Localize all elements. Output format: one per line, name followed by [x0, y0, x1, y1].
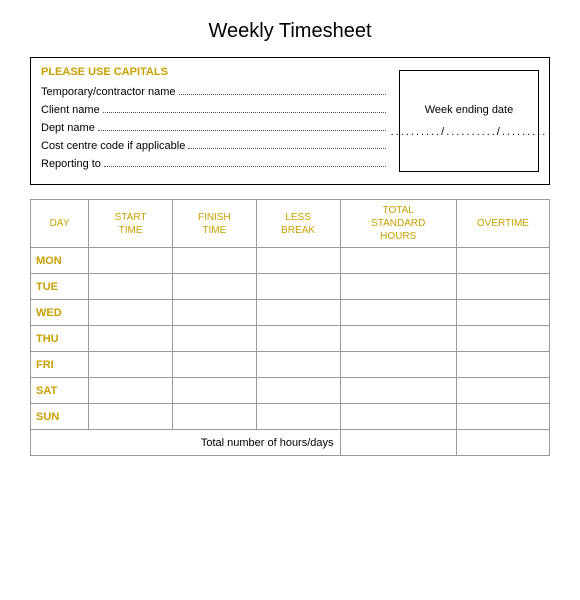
table-row: SAT: [31, 378, 550, 404]
total-value-cell: [340, 430, 456, 456]
data-cell: [256, 274, 340, 300]
total-row: Total number of hours/days: [31, 430, 550, 456]
data-cell: [256, 404, 340, 430]
field-contractor: Temporary/contractor name: [41, 86, 389, 98]
page-title: Weekly Timesheet: [30, 20, 550, 43]
table-row: TUE: [31, 274, 550, 300]
data-cell: [89, 404, 173, 430]
data-cell: [172, 300, 256, 326]
table-row: WED: [31, 300, 550, 326]
day-cell: SAT: [31, 378, 89, 404]
data-cell: [172, 352, 256, 378]
data-cell: [89, 274, 173, 300]
client-dots: [103, 112, 386, 113]
week-ending-box: Week ending date ........../........../.…: [399, 70, 539, 172]
data-cell: [340, 404, 456, 430]
info-left: PLEASE USE CAPITALS Temporary/contractor…: [41, 66, 389, 176]
total-label: Total number of hours/days: [31, 430, 341, 456]
contractor-dots: [179, 94, 387, 95]
table-row: SUN: [31, 404, 550, 430]
data-cell: [89, 300, 173, 326]
info-box: PLEASE USE CAPITALS Temporary/contractor…: [30, 57, 550, 185]
data-cell: [172, 274, 256, 300]
data-cell: [172, 378, 256, 404]
data-cell: [256, 300, 340, 326]
header-day: DAY: [31, 200, 89, 248]
dept-dots: [98, 130, 386, 131]
data-cell: [89, 378, 173, 404]
day-cell: FRI: [31, 352, 89, 378]
field-client: Client name: [41, 104, 389, 116]
timesheet-table: DAY STARTTIME FINISHTIME LESSBREAK TOTAL…: [30, 199, 550, 456]
day-cell: WED: [31, 300, 89, 326]
table-row: MON: [31, 248, 550, 274]
field-dept: Dept name: [41, 122, 389, 134]
table-row: FRI: [31, 352, 550, 378]
data-cell: [456, 326, 549, 352]
reporting-dots: [104, 166, 386, 167]
data-cell: [456, 378, 549, 404]
data-cell: [340, 352, 456, 378]
header-break: LESSBREAK: [256, 200, 340, 248]
day-cell: SUN: [31, 404, 89, 430]
data-cell: [456, 300, 549, 326]
day-cell: TUE: [31, 274, 89, 300]
header-total: TOTALSTANDARDHOURS: [340, 200, 456, 248]
table-header-row: DAY STARTTIME FINISHTIME LESSBREAK TOTAL…: [31, 200, 550, 248]
week-ending-value: ........../........../.........: [391, 126, 548, 138]
data-cell: [89, 326, 173, 352]
dept-label: Dept name: [41, 122, 95, 134]
data-cell: [89, 248, 173, 274]
data-cell: [456, 352, 549, 378]
data-cell: [256, 378, 340, 404]
reporting-label: Reporting to: [41, 158, 101, 170]
field-reporting: Reporting to: [41, 158, 389, 170]
header-start: STARTTIME: [89, 200, 173, 248]
page: Weekly Timesheet PLEASE USE CAPITALS Tem…: [30, 20, 550, 456]
data-cell: [172, 326, 256, 352]
data-cell: [89, 352, 173, 378]
data-cell: [340, 326, 456, 352]
day-cell: THU: [31, 326, 89, 352]
data-cell: [172, 404, 256, 430]
cost-label: Cost centre code if applicable: [41, 140, 185, 152]
field-cost: Cost centre code if applicable: [41, 140, 389, 152]
header-overtime: OVERTIME: [456, 200, 549, 248]
data-cell: [340, 274, 456, 300]
data-cell: [256, 248, 340, 274]
cost-dots: [188, 148, 386, 149]
total-value-cell: [456, 430, 549, 456]
data-cell: [256, 352, 340, 378]
data-cell: [456, 274, 549, 300]
week-ending-label: Week ending date: [425, 104, 513, 116]
data-cell: [340, 248, 456, 274]
capitals-label: PLEASE USE CAPITALS: [41, 66, 389, 78]
data-cell: [456, 404, 549, 430]
data-cell: [256, 326, 340, 352]
data-cell: [456, 248, 549, 274]
data-cell: [172, 248, 256, 274]
header-finish: FINISHTIME: [172, 200, 256, 248]
client-label: Client name: [41, 104, 100, 116]
table-row: THU: [31, 326, 550, 352]
contractor-label: Temporary/contractor name: [41, 86, 176, 98]
data-cell: [340, 300, 456, 326]
day-cell: MON: [31, 248, 89, 274]
data-cell: [340, 378, 456, 404]
